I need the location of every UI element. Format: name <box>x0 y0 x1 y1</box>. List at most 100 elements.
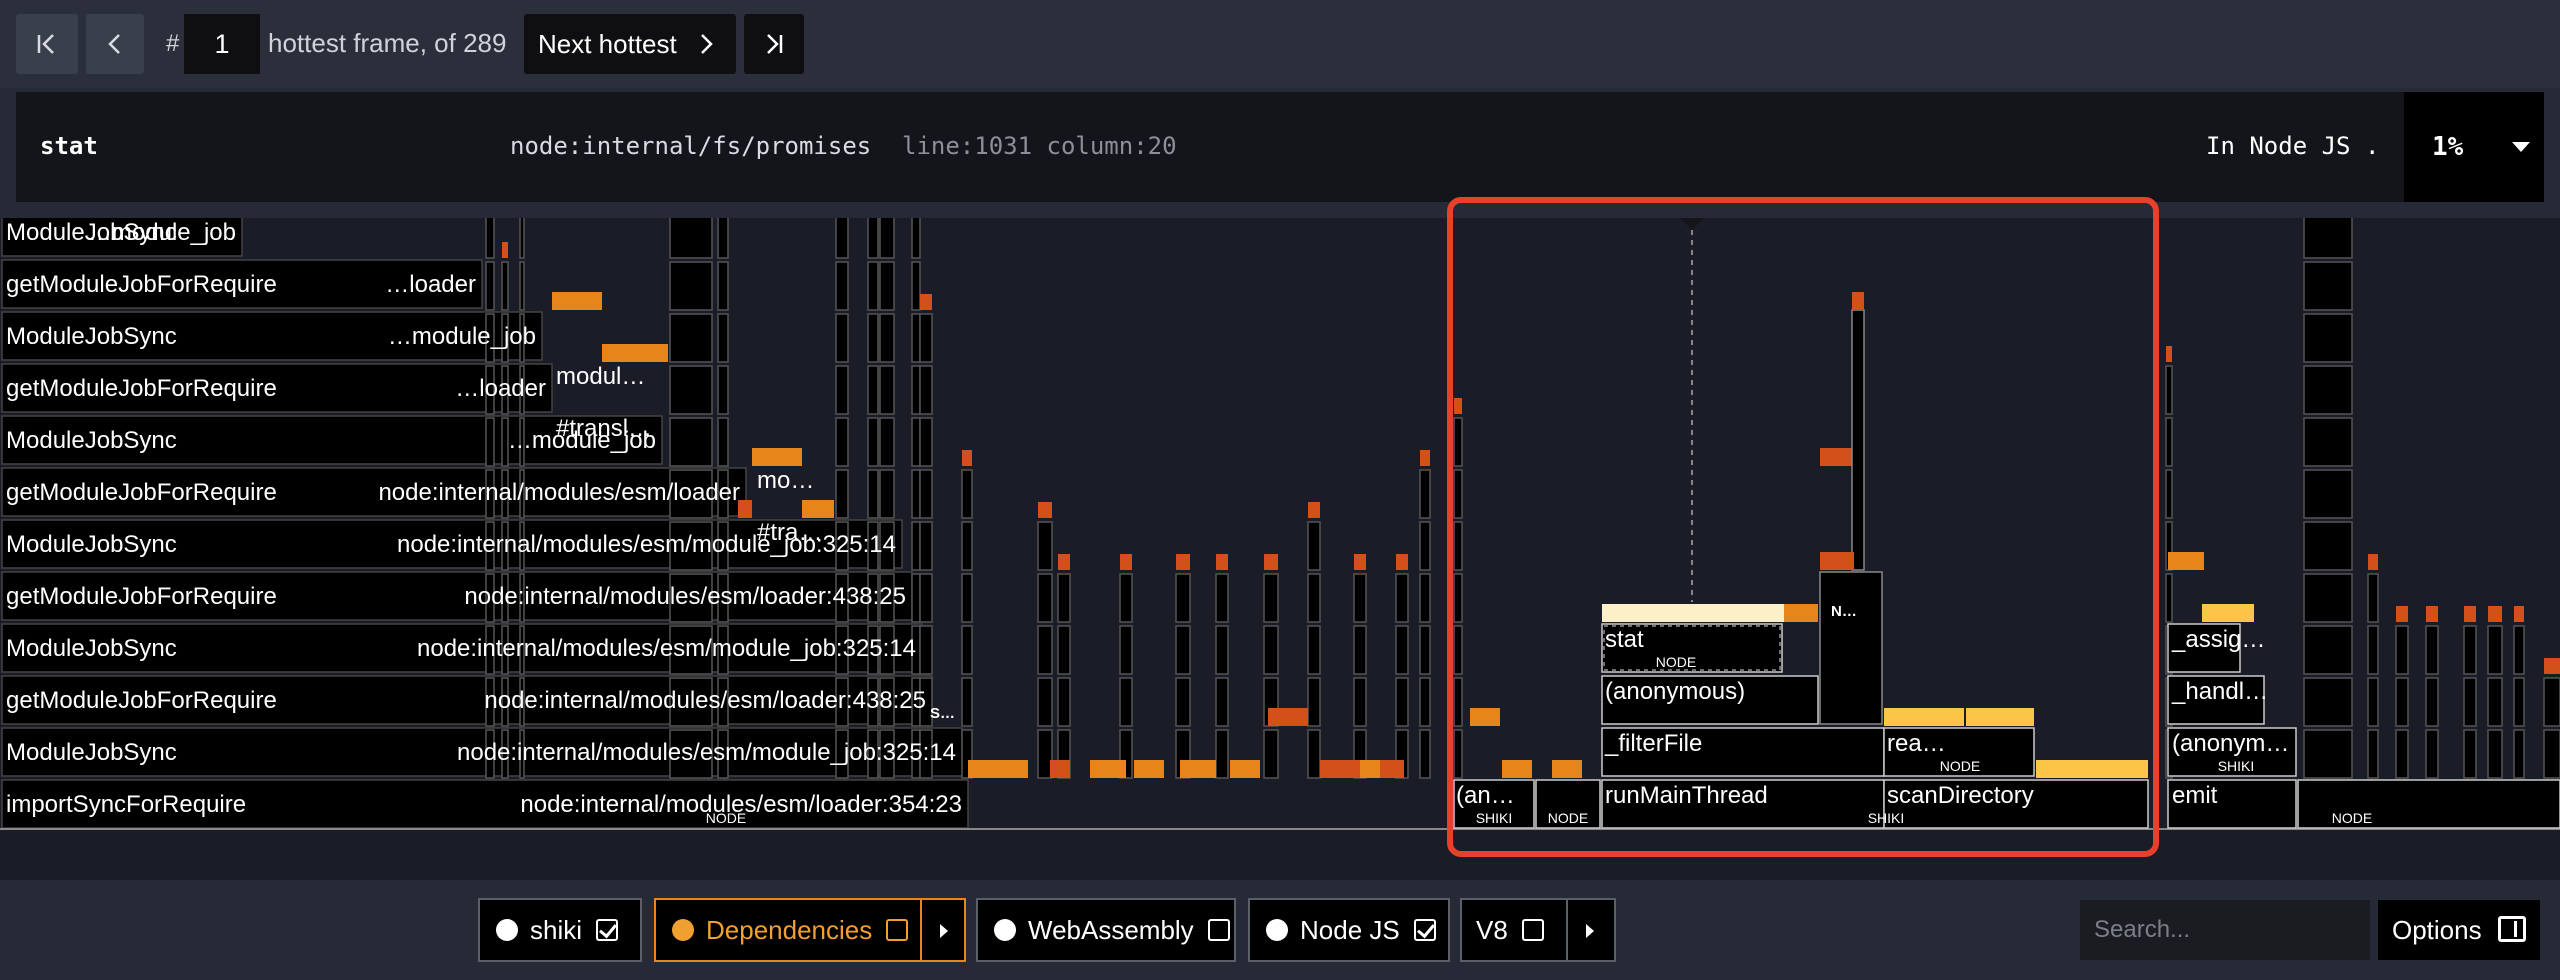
filter-nodejs[interactable]: Node JS <box>1248 898 1450 962</box>
filter-webassembly[interactable]: WebAssembly <box>976 898 1236 962</box>
flame-frame[interactable] <box>2165 573 2173 623</box>
flame-frame-block[interactable] <box>1180 760 1216 778</box>
options-button[interactable]: Options <box>2378 900 2540 960</box>
flame-frame[interactable] <box>1307 573 1321 623</box>
flame-frame[interactable] <box>911 313 921 363</box>
flame-frame[interactable] <box>911 365 921 415</box>
flame-frame[interactable] <box>879 313 895 363</box>
flame-frame[interactable] <box>961 521 973 571</box>
flame-frame[interactable] <box>1419 573 1431 623</box>
flame-frame[interactable] <box>919 521 933 571</box>
flame-frame[interactable] <box>1353 677 1367 727</box>
flame-frame-block[interactable] <box>1784 604 1818 622</box>
flame-frame[interactable] <box>1215 729 1229 779</box>
flame-frame-tip[interactable] <box>2464 606 2476 622</box>
flame-frame[interactable] <box>1395 573 1409 623</box>
flame-frame[interactable] <box>1307 625 1321 675</box>
flame-frame[interactable] <box>717 218 729 259</box>
flame-frame[interactable] <box>669 365 713 415</box>
flame-frame[interactable] <box>2367 625 2379 675</box>
flame-frame[interactable] <box>867 469 879 519</box>
flame-frame[interactable] <box>1851 309 1865 571</box>
flame-frame[interactable] <box>2543 677 2560 727</box>
flame-frame[interactable] <box>1215 573 1229 623</box>
flame-frame[interactable] <box>1453 417 1463 467</box>
flame-frame[interactable] <box>911 469 921 519</box>
flame-frame[interactable] <box>1037 625 1053 675</box>
flame-frame-tip[interactable] <box>920 294 932 310</box>
flame-frame-tip[interactable] <box>2514 606 2524 622</box>
flame-frame-block[interactable] <box>2202 604 2254 622</box>
flame-frame[interactable] <box>919 573 933 623</box>
flame-frame-block[interactable] <box>802 500 834 518</box>
flame-frame[interactable] <box>1057 573 1071 623</box>
flame-frame[interactable] <box>1037 729 1053 779</box>
flame-frame-block[interactable] <box>738 500 752 518</box>
flame-frame[interactable] <box>2303 625 2353 675</box>
flame-frame[interactable] <box>919 625 933 675</box>
flame-frame[interactable] <box>961 469 973 519</box>
flame-frame[interactable] <box>1453 573 1463 623</box>
flame-frame-block[interactable] <box>1320 760 1360 778</box>
flame-frame-tip[interactable] <box>502 242 508 258</box>
flame-frame[interactable] <box>1353 625 1367 675</box>
filter-checkbox[interactable] <box>1413 919 1436 941</box>
flame-frame[interactable] <box>485 261 495 311</box>
flame-frame[interactable] <box>1175 573 1191 623</box>
flame-frame[interactable] <box>879 417 895 467</box>
flame-frame[interactable] <box>1175 625 1191 675</box>
flame-frame[interactable] <box>2165 365 2173 415</box>
flame-frame[interactable] <box>867 365 879 415</box>
flame-frame[interactable] <box>1819 571 1883 725</box>
flame-frame-tip[interactable] <box>1120 554 1132 570</box>
flame-frame[interactable] <box>2425 729 2439 779</box>
flame-frame[interactable] <box>1453 521 1463 571</box>
flame-frame-block[interactable] <box>1050 760 1070 778</box>
flame-frame[interactable] <box>519 218 525 259</box>
flame-frame[interactable] <box>1419 521 1431 571</box>
flame-frame[interactable] <box>2513 729 2525 779</box>
flame-frame[interactable] <box>2303 417 2353 467</box>
flame-frame[interactable] <box>835 261 849 311</box>
flame-frame[interactable] <box>2395 677 2409 727</box>
flame-frame[interactable] <box>961 625 973 675</box>
flame-frame[interactable] <box>1057 625 1071 675</box>
flame-frame[interactable] <box>2425 677 2439 727</box>
flame-frame[interactable] <box>2463 625 2477 675</box>
flame-frame[interactable] <box>669 218 713 259</box>
flame-frame[interactable] <box>1419 625 1431 675</box>
flame-frame[interactable] <box>911 417 921 467</box>
previous-frame-button[interactable] <box>86 14 144 74</box>
flame-frame[interactable] <box>2463 677 2477 727</box>
flame-frame[interactable] <box>1263 573 1279 623</box>
flame-frame-block[interactable] <box>2168 552 2204 570</box>
flame-frame[interactable] <box>1037 573 1053 623</box>
flame-frame[interactable] <box>2513 625 2525 675</box>
flame-frame-block[interactable] <box>552 292 602 310</box>
flame-frame[interactable] <box>1215 625 1229 675</box>
next-hottest-button[interactable]: Next hottest <box>524 14 736 74</box>
flame-frame-tip[interactable] <box>1454 398 1462 414</box>
flame-frame[interactable] <box>879 218 895 259</box>
expand-arrow-icon[interactable] <box>1586 924 1594 938</box>
flame-frame-tip[interactable] <box>2166 346 2172 362</box>
flame-frame[interactable] <box>919 313 933 363</box>
flame-frame-tip[interactable] <box>2426 606 2438 622</box>
filter-checkbox[interactable] <box>1207 919 1230 941</box>
flame-frame-tip[interactable] <box>1264 554 1278 570</box>
flame-frame-tip[interactable] <box>2396 606 2408 622</box>
frame-index-input[interactable] <box>184 14 260 74</box>
flame-frame[interactable] <box>2487 729 2503 779</box>
flame-frame[interactable] <box>1119 573 1133 623</box>
flame-frame[interactable] <box>2367 573 2379 623</box>
flame-frame[interactable] <box>717 313 729 363</box>
flame-frame[interactable] <box>911 261 921 311</box>
filter-checkbox[interactable] <box>886 919 909 941</box>
flame-frame[interactable] <box>2303 469 2353 519</box>
flame-frame[interactable] <box>2513 677 2525 727</box>
flame-frame[interactable] <box>911 573 921 623</box>
flame-frame[interactable] <box>1453 469 1463 519</box>
flame-frame-tip[interactable] <box>1308 502 1320 518</box>
last-frame-button[interactable] <box>744 14 804 74</box>
flame-frame[interactable] <box>835 218 849 259</box>
